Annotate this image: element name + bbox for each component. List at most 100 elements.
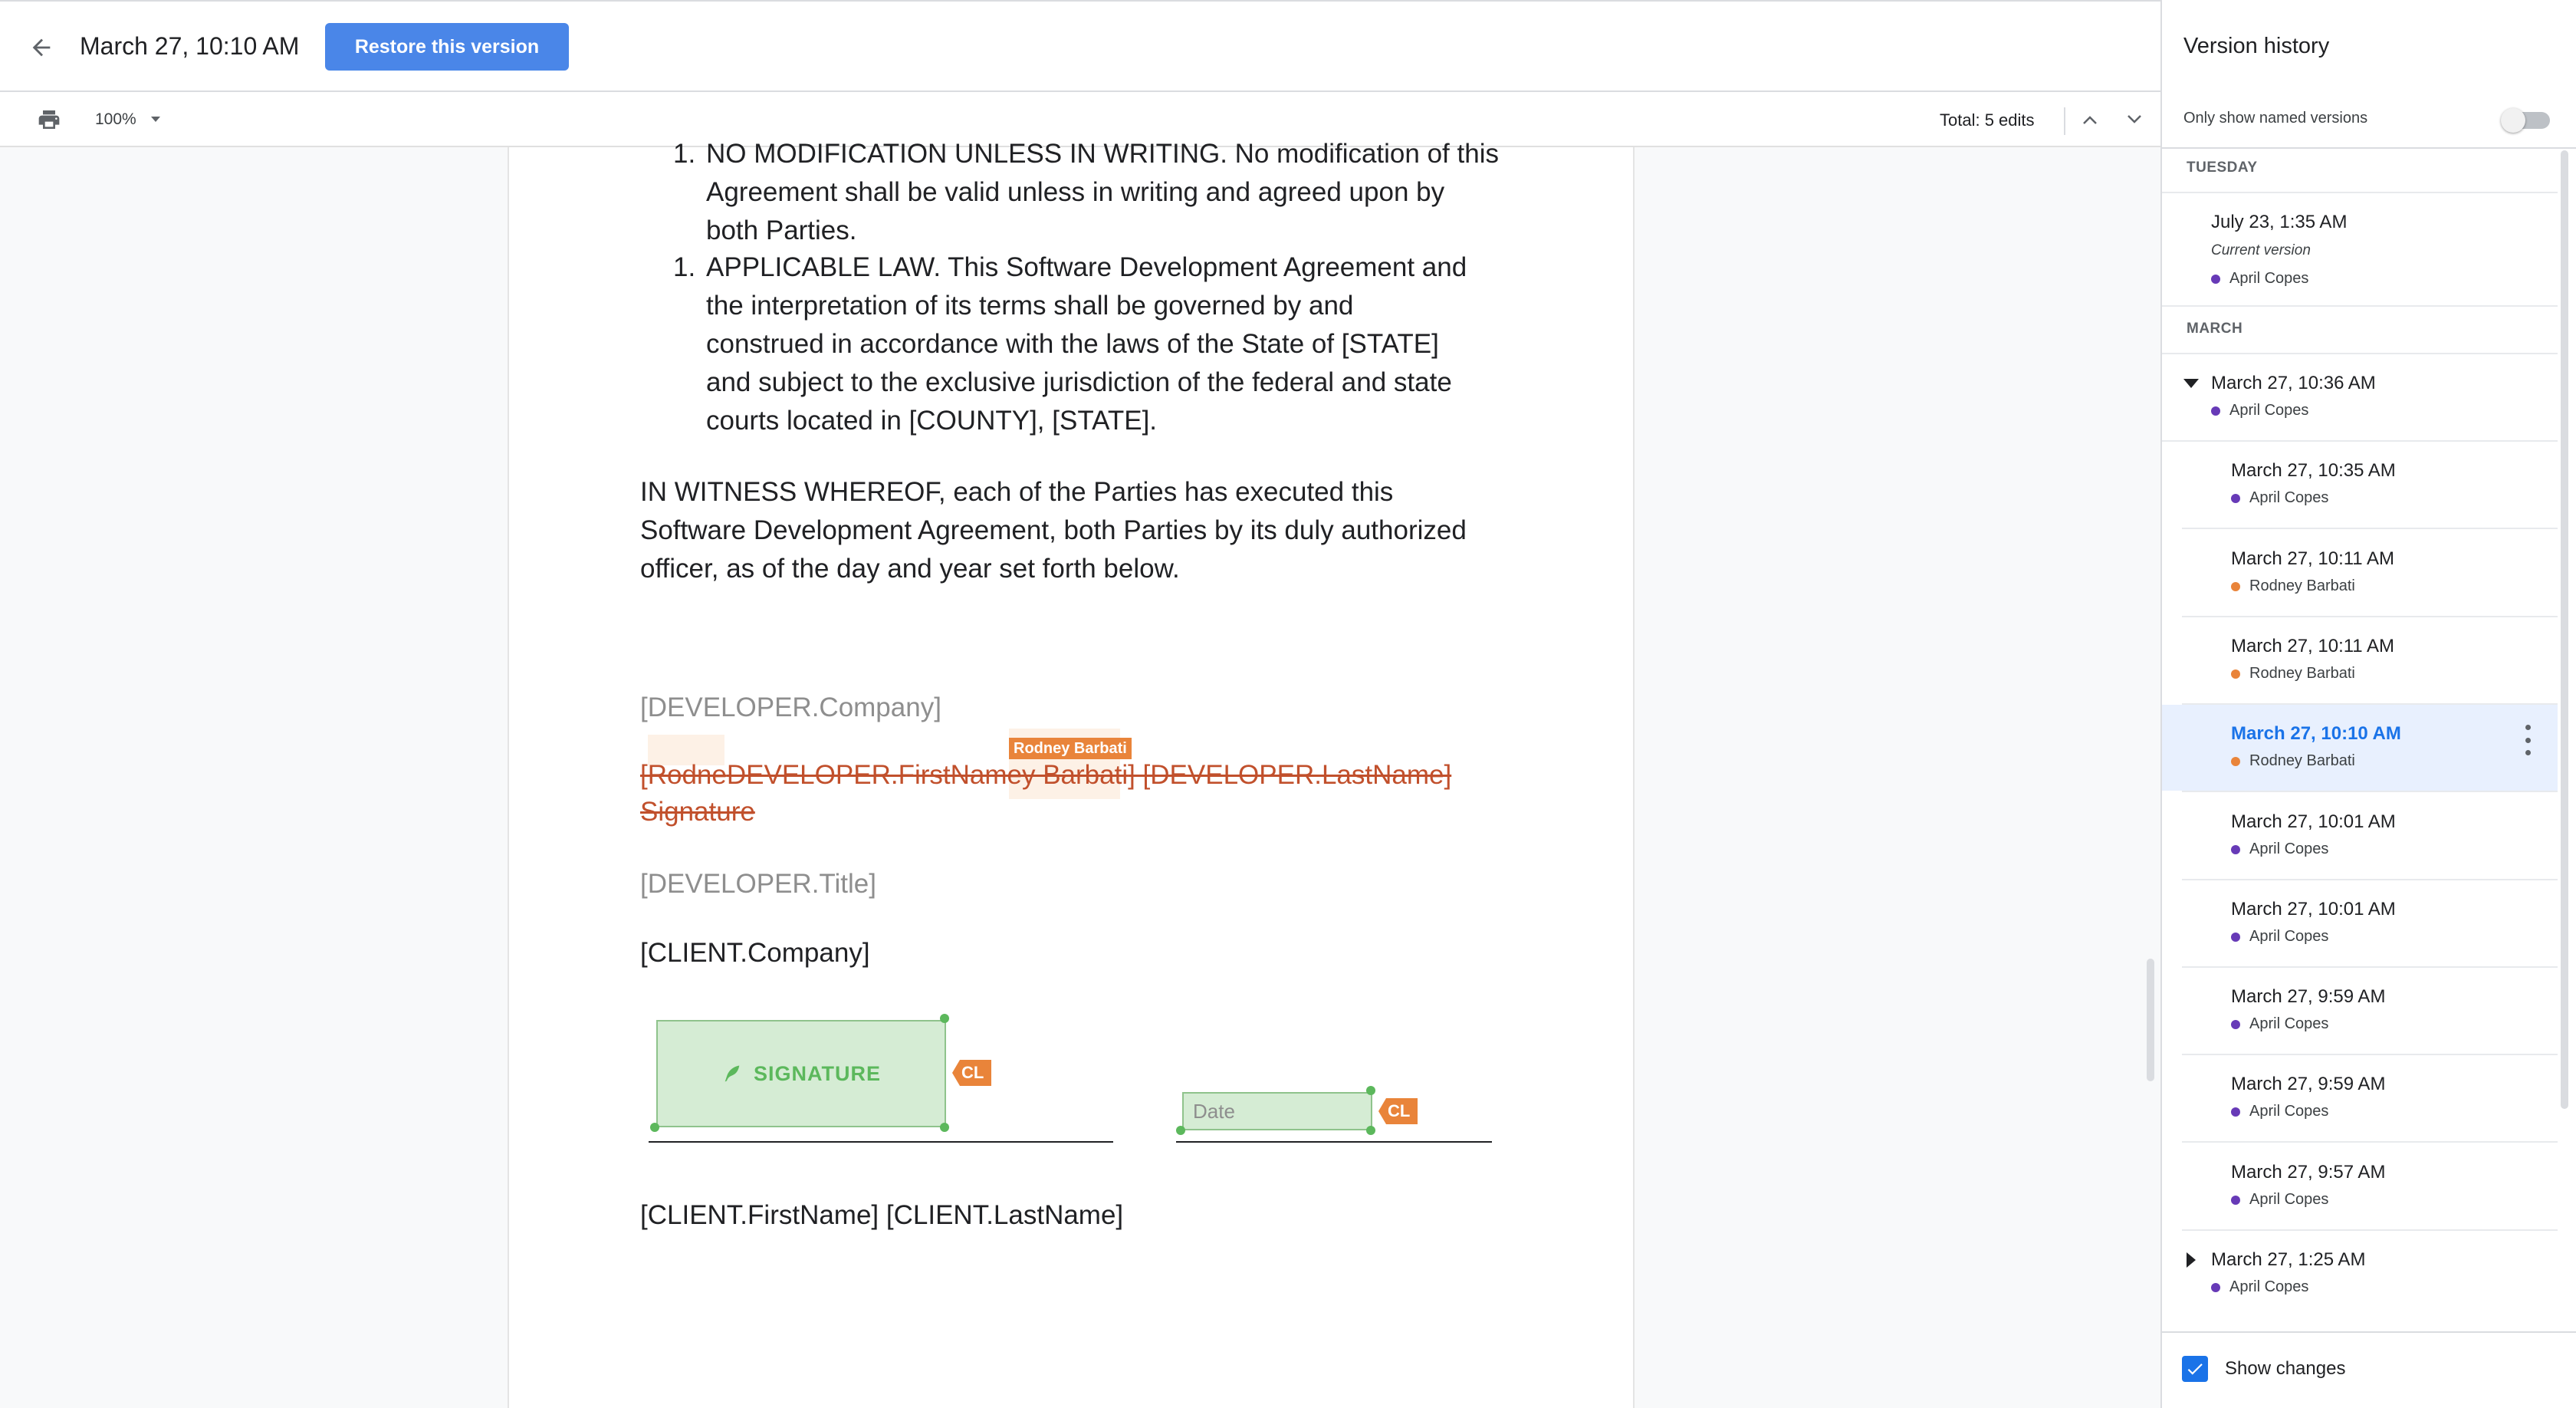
- document-scrollbar[interactable]: [2147, 959, 2154, 1081]
- author-color-dot: [2231, 1107, 2240, 1117]
- resize-handle[interactable]: [1366, 1126, 1375, 1135]
- clause-applicable-law: APPLICABLE LAW. This Software Developmen…: [706, 248, 1467, 440]
- date-field[interactable]: Date: [1182, 1092, 1372, 1130]
- version-item[interactable]: March 27, 10:35 AM April Copes: [2162, 442, 2558, 528]
- version-item[interactable]: March 27, 10:11 AM Rodney Barbati: [2162, 530, 2558, 616]
- version-item[interactable]: March 27, 10:11 AM Rodney Barbati: [2162, 617, 2558, 703]
- pen-icon: [724, 1065, 740, 1082]
- client-name: [CLIENT.FirstName] [CLIENT.LastName]: [640, 1200, 1124, 1230]
- version-time: March 27, 9:59 AM: [2231, 986, 2386, 1007]
- version-item-current[interactable]: July 23, 1:35 AM Current version April C…: [2162, 193, 2558, 305]
- version-time: March 27, 10:01 AM: [2231, 811, 2396, 832]
- next-edit-chevron-down-icon[interactable]: [2119, 104, 2150, 135]
- previous-edit-chevron-up-icon[interactable]: [2075, 104, 2105, 135]
- author-color-dot: [2231, 582, 2240, 591]
- version-item[interactable]: March 27, 10:01 AM April Copes: [2162, 880, 2558, 966]
- named-versions-label: Only show named versions: [2183, 110, 2368, 127]
- print-icon[interactable]: [34, 104, 64, 135]
- version-author: April Copes: [2229, 402, 2309, 419]
- version-time: March 27, 10:11 AM: [2231, 548, 2394, 569]
- check-icon: [2182, 1356, 2208, 1382]
- resize-handle[interactable]: [940, 1014, 949, 1023]
- signer-role-tag: CL: [952, 1060, 992, 1086]
- current-version-label: Current version: [2211, 242, 2311, 258]
- list-number: 1.: [673, 252, 696, 282]
- signature-field-label: SIGNATURE: [753, 1061, 881, 1085]
- date-line: [1176, 1141, 1492, 1143]
- author-color-dot: [2211, 275, 2220, 284]
- back-arrow-icon[interactable]: [21, 28, 61, 67]
- version-item[interactable]: March 27, 1:25 AM April Copes: [2162, 1231, 2558, 1317]
- version-item-selected[interactable]: March 27, 10:10 AM Rodney Barbati: [2162, 705, 2558, 791]
- divider: [2160, 1331, 2576, 1333]
- version-item[interactable]: March 27, 9:57 AM April Copes: [2162, 1143, 2558, 1229]
- zoom-select[interactable]: 100%: [95, 106, 161, 133]
- total-edits: Total: 5 edits: [1940, 110, 2035, 130]
- divider: [2160, 147, 2576, 149]
- more-vert-icon[interactable]: [2524, 725, 2532, 755]
- version-author: Rodney Barbati: [2249, 665, 2355, 682]
- clause-line: NO MODIFICATION UNLESS IN WRITING. No mo…: [706, 139, 1499, 169]
- sidebar-scrollbar[interactable]: [2561, 150, 2568, 1109]
- resize-handle[interactable]: [650, 1123, 659, 1132]
- clause-line: courts located in [COUNTY], [STATE].: [706, 406, 1158, 436]
- clause-line: construed in accordance with the laws of…: [706, 329, 1439, 359]
- version-author: Rodney Barbati: [2249, 752, 2355, 769]
- version-time: March 27, 9:59 AM: [2231, 1074, 2386, 1094]
- developer-company: [DEVELOPER.Company]: [640, 692, 941, 722]
- clause-line: both Parties.: [706, 215, 857, 245]
- version-time: March 27, 10:11 AM: [2231, 636, 2394, 656]
- toolbar-divider: [2064, 107, 2065, 135]
- witness-line: IN WITNESS WHEREOF, each of the Parties …: [640, 477, 1394, 507]
- signer-role-tag: CL: [1378, 1098, 1418, 1124]
- signature-line: [649, 1141, 1113, 1143]
- restore-version-button[interactable]: Restore this version: [325, 23, 569, 71]
- named-versions-toggle[interactable]: [2501, 106, 2553, 133]
- deleted-text: [Rodne: [640, 760, 727, 790]
- version-time: March 27, 1:25 AM: [2211, 1249, 2366, 1270]
- version-item[interactable]: March 27, 10:36 AM April Copes: [2162, 354, 2558, 440]
- author-color-dot: [2231, 757, 2240, 766]
- author-color-dot: [2231, 933, 2240, 942]
- deleted-developer-name: [RodneDEVELOPER.FirstNamey Barbati] [DEV…: [640, 758, 1451, 793]
- version-item[interactable]: March 27, 10:01 AM April Copes: [2162, 793, 2558, 879]
- version-author: April Copes: [2249, 841, 2329, 857]
- client-company: [CLIENT.Company]: [640, 938, 870, 968]
- version-item[interactable]: March 27, 9:59 AM April Copes: [2162, 968, 2558, 1054]
- version-author: April Copes: [2249, 489, 2329, 506]
- version-author: April Copes: [2249, 928, 2329, 945]
- show-changes-label: Show changes: [2225, 1358, 2346, 1379]
- section-header: MARCH: [2187, 321, 2243, 337]
- change-author-tag: Rodney Barbati: [1009, 738, 1132, 759]
- clause-modification: NO MODIFICATION UNLESS IN WRITING. No mo…: [706, 135, 1499, 250]
- version-time: July 23, 1:35 AM: [2211, 212, 2348, 232]
- resize-handle[interactable]: [1366, 1086, 1375, 1095]
- header-bar: [0, 0, 2160, 92]
- witness-paragraph: IN WITNESS WHEREOF, each of the Parties …: [640, 473, 1467, 588]
- resize-handle[interactable]: [940, 1123, 949, 1132]
- zoom-value: 100%: [95, 110, 136, 128]
- deleted-text: ] [DEVELOPER.LastName]: [1128, 760, 1452, 790]
- author-color-dot: [2231, 845, 2240, 854]
- deleted-signature: Signature: [640, 794, 755, 830]
- deleted-text: y Barbati: [1021, 760, 1129, 790]
- version-time: March 27, 10:10 AM: [2231, 723, 2401, 744]
- clause-line: the interpretation of its terms shall be…: [706, 291, 1354, 321]
- version-time: March 27, 10:35 AM: [2231, 460, 2396, 481]
- witness-line: officer, as of the day and year set fort…: [640, 554, 1180, 584]
- triangle-down-icon[interactable]: [2183, 379, 2199, 388]
- show-changes-checkbox[interactable]: Show changes: [2182, 1356, 2345, 1382]
- version-time: March 27, 9:57 AM: [2231, 1162, 2386, 1183]
- version-item[interactable]: March 27, 9:59 AM April Copes: [2162, 1055, 2558, 1141]
- triangle-right-icon[interactable]: [2187, 1252, 2196, 1268]
- signature-field[interactable]: SIGNATURE: [656, 1020, 946, 1127]
- version-history-title: Version history: [2183, 34, 2330, 58]
- author-color-dot: [2231, 494, 2240, 503]
- chevron-down-icon: [150, 117, 160, 122]
- version-time: March 27, 10:36 AM: [2211, 373, 2376, 393]
- version-time: March 27, 10:01 AM: [2231, 899, 2396, 919]
- clause-line: APPLICABLE LAW. This Software Developmen…: [706, 252, 1467, 282]
- resize-handle[interactable]: [1176, 1126, 1185, 1135]
- version-author: April Copes: [2249, 1103, 2329, 1120]
- author-color-dot: [2211, 1283, 2220, 1292]
